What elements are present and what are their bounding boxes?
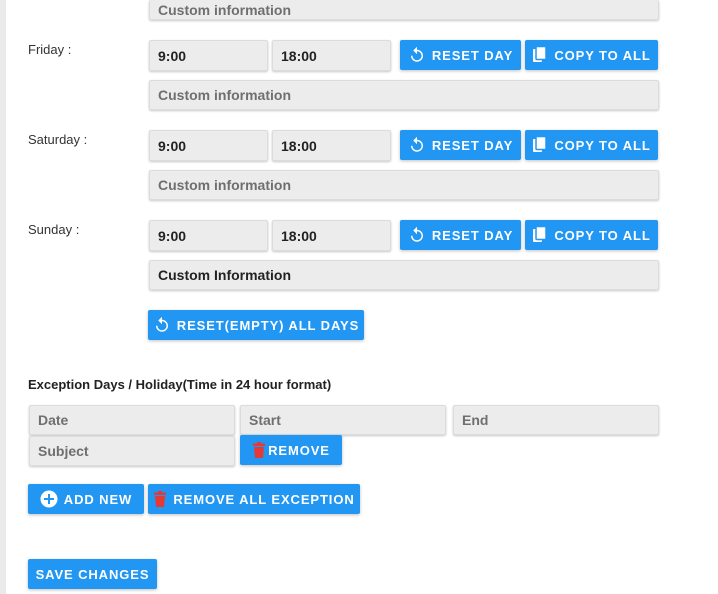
- save-changes-button[interactable]: SAVE CHANGES: [28, 559, 157, 589]
- friday-copy-to-all-button[interactable]: COPY TO ALL: [525, 40, 658, 70]
- copy-to-all-label: COPY TO ALL: [554, 227, 651, 243]
- reset-day-label: RESET DAY: [431, 47, 514, 63]
- friday-custom-info-field[interactable]: Custom information: [149, 80, 659, 110]
- copy-to-all-label: COPY TO ALL: [554, 47, 651, 63]
- reset-icon: [408, 46, 426, 64]
- trash-icon: [252, 442, 266, 458]
- exception-days-title: Exception Days / Holiday(Time in 24 hour…: [28, 377, 332, 392]
- copy-icon: [532, 226, 548, 244]
- add-new-label: ADD NEW: [63, 491, 133, 507]
- friday-start-time-input[interactable]: 9:00: [149, 40, 268, 71]
- reset-all-days-label: RESET(EMPTY) ALL DAYS: [176, 317, 360, 333]
- sunday-reset-day-button[interactable]: RESET DAY: [400, 220, 521, 250]
- friday-reset-day-button[interactable]: RESET DAY: [400, 40, 521, 70]
- exception-date-input[interactable]: Date: [29, 405, 235, 435]
- friday-end-time-input[interactable]: 18:00: [272, 40, 391, 71]
- reset-day-label: RESET DAY: [431, 227, 514, 243]
- day-label-friday: Friday :: [28, 42, 72, 57]
- reset-day-label: RESET DAY: [431, 137, 514, 153]
- copy-icon: [532, 136, 548, 154]
- remove-all-exception-button[interactable]: REMOVE ALL EXCEPTION: [148, 484, 360, 514]
- sunday-copy-to-all-button[interactable]: COPY TO ALL: [525, 220, 658, 250]
- reset-all-days-button[interactable]: RESET(EMPTY) ALL DAYS: [148, 310, 364, 340]
- saturday-start-time-input[interactable]: 9:00: [149, 130, 268, 161]
- copy-icon: [532, 46, 548, 64]
- day-label-saturday: Saturday :: [28, 132, 88, 147]
- remove-all-exception-label: REMOVE ALL EXCEPTION: [173, 491, 355, 507]
- copy-to-all-label: COPY TO ALL: [554, 137, 651, 153]
- remove-label: REMOVE: [268, 442, 330, 458]
- exception-end-input[interactable]: End: [453, 405, 659, 435]
- reset-icon: [153, 316, 171, 334]
- exception-start-input[interactable]: Start: [240, 405, 446, 435]
- sunday-custom-info-field[interactable]: Custom Information: [149, 260, 659, 290]
- sunday-end-time-input[interactable]: 18:00: [272, 220, 391, 251]
- saturday-end-time-input[interactable]: 18:00: [272, 130, 391, 161]
- saturday-reset-day-button[interactable]: RESET DAY: [400, 130, 521, 160]
- add-new-exception-button[interactable]: ADD NEW: [28, 484, 144, 514]
- exception-subject-input[interactable]: Subject: [29, 436, 235, 466]
- saturday-custom-info-field[interactable]: Custom information: [149, 170, 659, 200]
- page-left-border: [0, 0, 6, 594]
- custom-info-field-thursday[interactable]: Custom information: [149, 0, 659, 20]
- day-label-sunday: Sunday :: [28, 222, 80, 237]
- save-changes-label: SAVE CHANGES: [35, 566, 150, 582]
- plus-circle-icon: [40, 490, 58, 508]
- reset-icon: [408, 136, 426, 154]
- exception-remove-button[interactable]: REMOVE: [240, 435, 342, 465]
- reset-icon: [408, 226, 426, 244]
- saturday-copy-to-all-button[interactable]: COPY TO ALL: [525, 130, 658, 160]
- trash-icon: [153, 491, 167, 507]
- sunday-start-time-input[interactable]: 9:00: [149, 220, 268, 251]
